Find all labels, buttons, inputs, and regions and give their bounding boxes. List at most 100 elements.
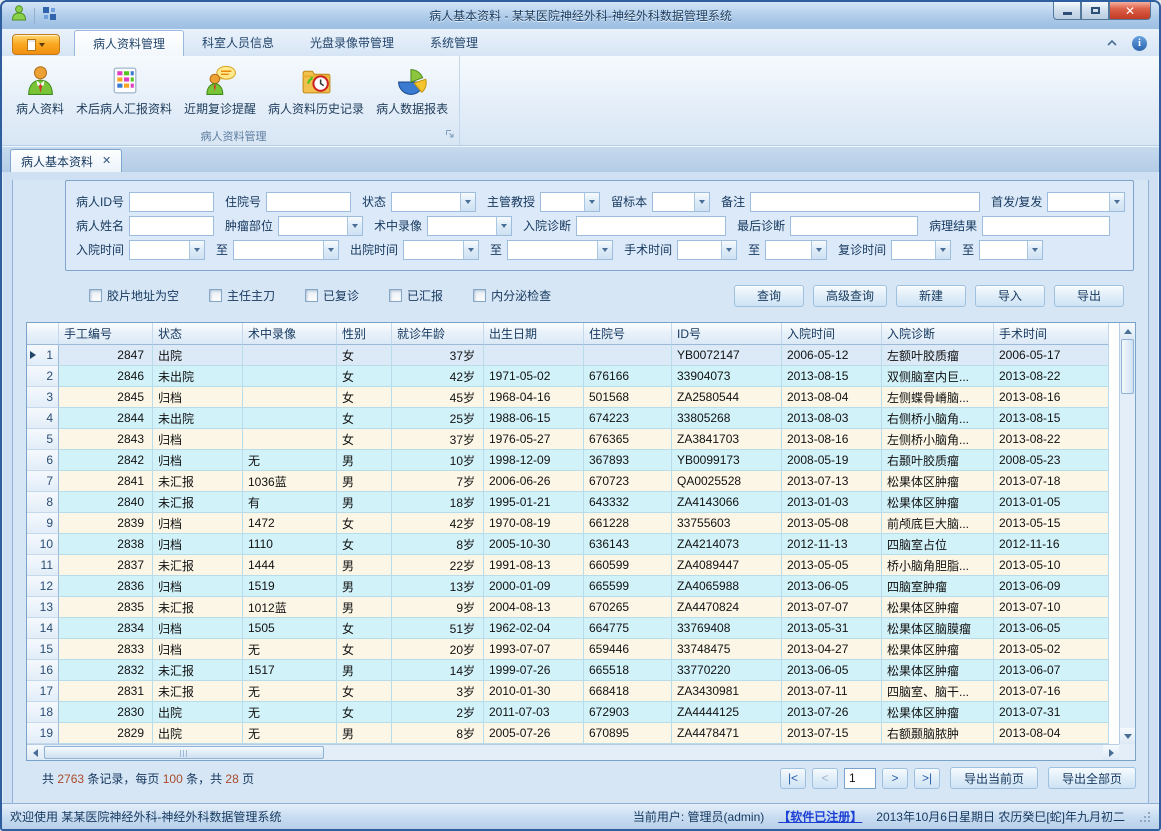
row-header-cell[interactable]: 3 (27, 387, 59, 408)
minimize-button[interactable] (1053, 2, 1081, 20)
first-or-relapse-combo[interactable] (1047, 192, 1125, 212)
table-row[interactable]: 122836归档1519男13岁2000-01-09665599ZA406598… (27, 576, 1109, 597)
column-header-入院时间[interactable]: 入院时间 (782, 323, 882, 345)
tab-patient-data-management[interactable]: 病人资料管理 (74, 30, 184, 57)
admission-date-to-combo-arrow[interactable] (323, 241, 338, 259)
column-header-ID号[interactable]: ID号 (672, 323, 782, 345)
row-header-cell[interactable]: 2 (27, 366, 59, 387)
advanced-query-button[interactable]: 高级查询 (813, 285, 887, 307)
revisit-date-from-combo[interactable] (891, 240, 951, 260)
export-all-pages-button[interactable]: 导出全部页 (1048, 767, 1136, 789)
column-header-手术时间[interactable]: 手术时间 (994, 323, 1109, 345)
patient-history-button[interactable]: 病人资料历史记录 (262, 61, 370, 119)
row-header-cell[interactable]: 12 (27, 576, 59, 597)
row-header-cell[interactable]: 9 (27, 513, 59, 534)
surgery-date-to-combo[interactable] (765, 240, 827, 260)
revisit-reminder-button[interactable]: 近期复诊提醒 (178, 61, 262, 119)
export-button[interactable]: 导出 (1054, 285, 1124, 307)
info-icon[interactable]: i (1132, 36, 1147, 51)
reported-checkbox-box[interactable] (389, 289, 402, 302)
tumor-site-combo-arrow[interactable] (347, 217, 362, 235)
resize-grip-icon[interactable] (1139, 811, 1151, 823)
corner-header-cell[interactable] (27, 323, 59, 345)
table-row[interactable]: 92839归档1472女42岁1970-08-19661228337556032… (27, 513, 1109, 534)
current-page-input[interactable] (844, 768, 876, 789)
table-row[interactable]: 52843归档女37岁1976-05-27676365ZA38417032013… (27, 429, 1109, 450)
admission-diagnosis-input[interactable] (576, 216, 726, 236)
row-header-cell[interactable]: 15 (27, 639, 59, 660)
final-diagnosis-input[interactable] (790, 216, 918, 236)
surgery-date-from-combo-arrow[interactable] (721, 241, 736, 259)
tab-department-staff[interactable]: 科室人员信息 (184, 30, 292, 56)
table-row[interactable]: 152833归档无女20岁1993-07-0765944633748475201… (27, 639, 1109, 660)
new-button[interactable]: 新建 (896, 285, 966, 307)
checkbox-chief-surgeon[interactable]: 主任主刀 (209, 287, 275, 304)
chief-surgeon-checkbox-box[interactable] (209, 289, 222, 302)
window-layout-icon[interactable] (41, 5, 57, 26)
row-header-cell[interactable]: 5 (27, 429, 59, 450)
vertical-scroll-thumb[interactable] (1121, 339, 1134, 394)
patient-name-input[interactable] (129, 216, 214, 236)
column-header-出生日期[interactable]: 出生日期 (484, 323, 584, 345)
app-logo-icon[interactable] (10, 4, 28, 27)
discharge-date-from-combo-arrow[interactable] (463, 241, 478, 259)
row-header-cell[interactable]: 1 (27, 345, 59, 366)
row-header-cell[interactable]: 19 (27, 723, 59, 744)
inpatient-no-input[interactable] (266, 192, 351, 212)
intraop-video-combo-arrow[interactable] (496, 217, 511, 235)
checkbox-endocrine-exam[interactable]: 内分泌检查 (473, 287, 551, 304)
table-row[interactable]: 142834归档1505女51岁1962-02-0466477533769408… (27, 618, 1109, 639)
table-row[interactable]: 72841未汇报1036蓝男7岁2006-06-26670723QA002552… (27, 471, 1109, 492)
surgery-date-to-combo-arrow[interactable] (811, 241, 826, 259)
checkbox-reported[interactable]: 已汇报 (389, 287, 443, 304)
row-header-cell[interactable]: 7 (27, 471, 59, 492)
film-address-empty-checkbox-box[interactable] (89, 289, 102, 302)
status-combo[interactable] (391, 192, 476, 212)
dialog-launcher-icon[interactable] (445, 129, 455, 142)
patient-data-button[interactable]: 病人资料 (10, 61, 70, 119)
row-header-cell[interactable]: 13 (27, 597, 59, 618)
table-row[interactable]: 192829出院无男8岁2005-07-26670895ZA4478471201… (27, 723, 1109, 744)
column-header-就诊年龄[interactable]: 就诊年龄 (392, 323, 484, 345)
checkbox-film-address-empty[interactable]: 胶片地址为空 (89, 287, 179, 304)
tab-disc-tape-management[interactable]: 光盘录像带管理 (292, 30, 412, 56)
status-combo-arrow[interactable] (460, 193, 475, 211)
table-row[interactable]: 172831未汇报无女3岁2010-01-30668418ZA343098120… (27, 681, 1109, 702)
horizontal-scrollbar[interactable] (27, 744, 1119, 760)
scroll-down-button[interactable] (1120, 728, 1135, 744)
document-tab[interactable]: 病人基本资料 ✕ (10, 149, 122, 172)
endocrine-exam-checkbox-box[interactable] (473, 289, 486, 302)
remarks-input[interactable] (750, 192, 980, 212)
collapse-ribbon-icon[interactable] (1106, 34, 1118, 52)
row-header-cell[interactable]: 16 (27, 660, 59, 681)
surgery-date-from-combo[interactable] (677, 240, 737, 260)
discharge-date-from-combo[interactable] (403, 240, 479, 260)
row-header-cell[interactable]: 8 (27, 492, 59, 513)
column-header-手工编号[interactable]: 手工编号 (59, 323, 153, 345)
row-header-cell[interactable]: 10 (27, 534, 59, 555)
admission-date-from-combo[interactable] (129, 240, 205, 260)
export-current-page-button[interactable]: 导出当前页 (950, 767, 1038, 789)
table-row[interactable]: 12847出院女37岁YB00721472006-05-12左额叶胶质瘤2006… (27, 345, 1109, 366)
application-menu-button[interactable] (12, 34, 60, 55)
patient-id-input[interactable] (129, 192, 214, 212)
discharge-date-to-combo[interactable] (507, 240, 613, 260)
chief-professor-combo-arrow[interactable] (584, 193, 599, 211)
data-report-button[interactable]: 病人数据报表 (370, 61, 454, 119)
row-header-cell[interactable]: 18 (27, 702, 59, 723)
row-header-cell[interactable]: 4 (27, 408, 59, 429)
registered-link[interactable]: 【软件已注册】 (778, 808, 862, 825)
admission-date-from-combo-arrow[interactable] (189, 241, 204, 259)
table-row[interactable]: 132835未汇报1012蓝男9岁2004-08-13670265ZA44708… (27, 597, 1109, 618)
discharge-date-to-combo-arrow[interactable] (597, 241, 612, 259)
tab-system-management[interactable]: 系统管理 (412, 30, 496, 56)
scroll-up-button[interactable] (1120, 323, 1135, 339)
specimen-kept-combo[interactable] (652, 192, 710, 212)
table-row[interactable]: 62842归档无男10岁1998-12-09367893YB0099173200… (27, 450, 1109, 471)
tumor-site-combo[interactable] (278, 216, 363, 236)
horizontal-scroll-thumb[interactable] (44, 746, 324, 759)
pathology-result-input[interactable] (982, 216, 1110, 236)
table-row[interactable]: 112837未汇报1444男22岁1991-08-13660599ZA40894… (27, 555, 1109, 576)
next-page-button[interactable]: > (882, 768, 908, 789)
column-header-状态[interactable]: 状态 (153, 323, 243, 345)
